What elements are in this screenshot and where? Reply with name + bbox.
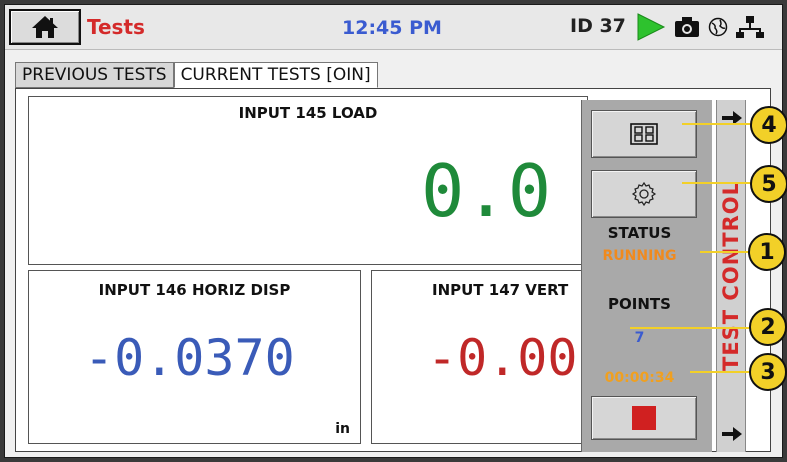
test-control-panel: STATUS RUNNING POINTS 7 00:00:34 — [581, 100, 712, 452]
horiz-disp-value: -0.0370 — [84, 329, 295, 387]
globe-icon[interactable] — [708, 17, 728, 37]
vert-disp-title: INPUT 147 VERT — [432, 281, 569, 299]
arrow-right-icon — [722, 427, 742, 441]
app-title: Tests — [87, 15, 145, 39]
camera-icon[interactable] — [674, 16, 700, 38]
stop-icon — [632, 406, 656, 430]
status-value: RUNNING — [602, 248, 677, 264]
elapsed-time: 00:00:34 — [604, 370, 675, 386]
horiz-disp-panel: INPUT 146 HORIZ DISP -0.0370 in — [28, 270, 361, 444]
top-bar: Tests 12:45 PM ID 37 — [5, 5, 782, 50]
test-control-tab[interactable]: TEST CONTROL — [716, 100, 746, 452]
stop-button[interactable] — [591, 396, 697, 440]
home-icon — [32, 16, 58, 38]
settings-button[interactable] — [591, 170, 697, 218]
callout-4: 4 — [750, 106, 787, 144]
callout-5: 5 — [750, 165, 787, 203]
callout-1: 1 — [748, 233, 786, 271]
gear-icon — [631, 181, 657, 207]
tab-previous-tests[interactable]: PREVIOUS TESTS — [15, 62, 174, 88]
points-label: POINTS — [608, 295, 671, 313]
tab-current-tests[interactable]: CURRENT TESTS [OIN] — [173, 62, 378, 88]
clock: 12:45 PM — [342, 17, 442, 39]
test-content: INPUT 145 LOAD 0.0 INPUT 146 HORIZ DISP … — [15, 88, 771, 452]
test-control-label: TEST CONTROL — [719, 181, 743, 371]
status-label: STATUS — [607, 224, 672, 242]
network-icon[interactable] — [736, 15, 764, 39]
load-panel: INPUT 145 LOAD 0.0 — [28, 96, 588, 265]
grid-layout-icon — [630, 123, 658, 145]
points-value: 7 — [634, 330, 645, 346]
callout-2: 2 — [749, 308, 787, 346]
horiz-disp-title: INPUT 146 HORIZ DISP — [98, 281, 291, 299]
load-panel-title: INPUT 145 LOAD — [238, 104, 378, 122]
layout-button[interactable] — [591, 110, 697, 158]
load-value: 0.0 — [421, 149, 552, 233]
device-screen: Tests 12:45 PM ID 37 PREVIOUS TESTS CURR… — [4, 4, 783, 458]
play-icon[interactable] — [636, 13, 666, 41]
status-icons — [636, 11, 764, 43]
vert-disp-value: -0.00 — [427, 329, 578, 387]
horiz-disp-unit: in — [335, 421, 350, 437]
device-id: ID 37 — [570, 15, 626, 37]
vert-disp-panel: INPUT 147 VERT -0.00 — [371, 270, 588, 444]
test-tabs: PREVIOUS TESTS CURRENT TESTS [OIN] — [15, 62, 378, 88]
arrow-right-icon — [722, 111, 742, 125]
callout-3: 3 — [749, 353, 787, 391]
home-button[interactable] — [9, 9, 81, 45]
